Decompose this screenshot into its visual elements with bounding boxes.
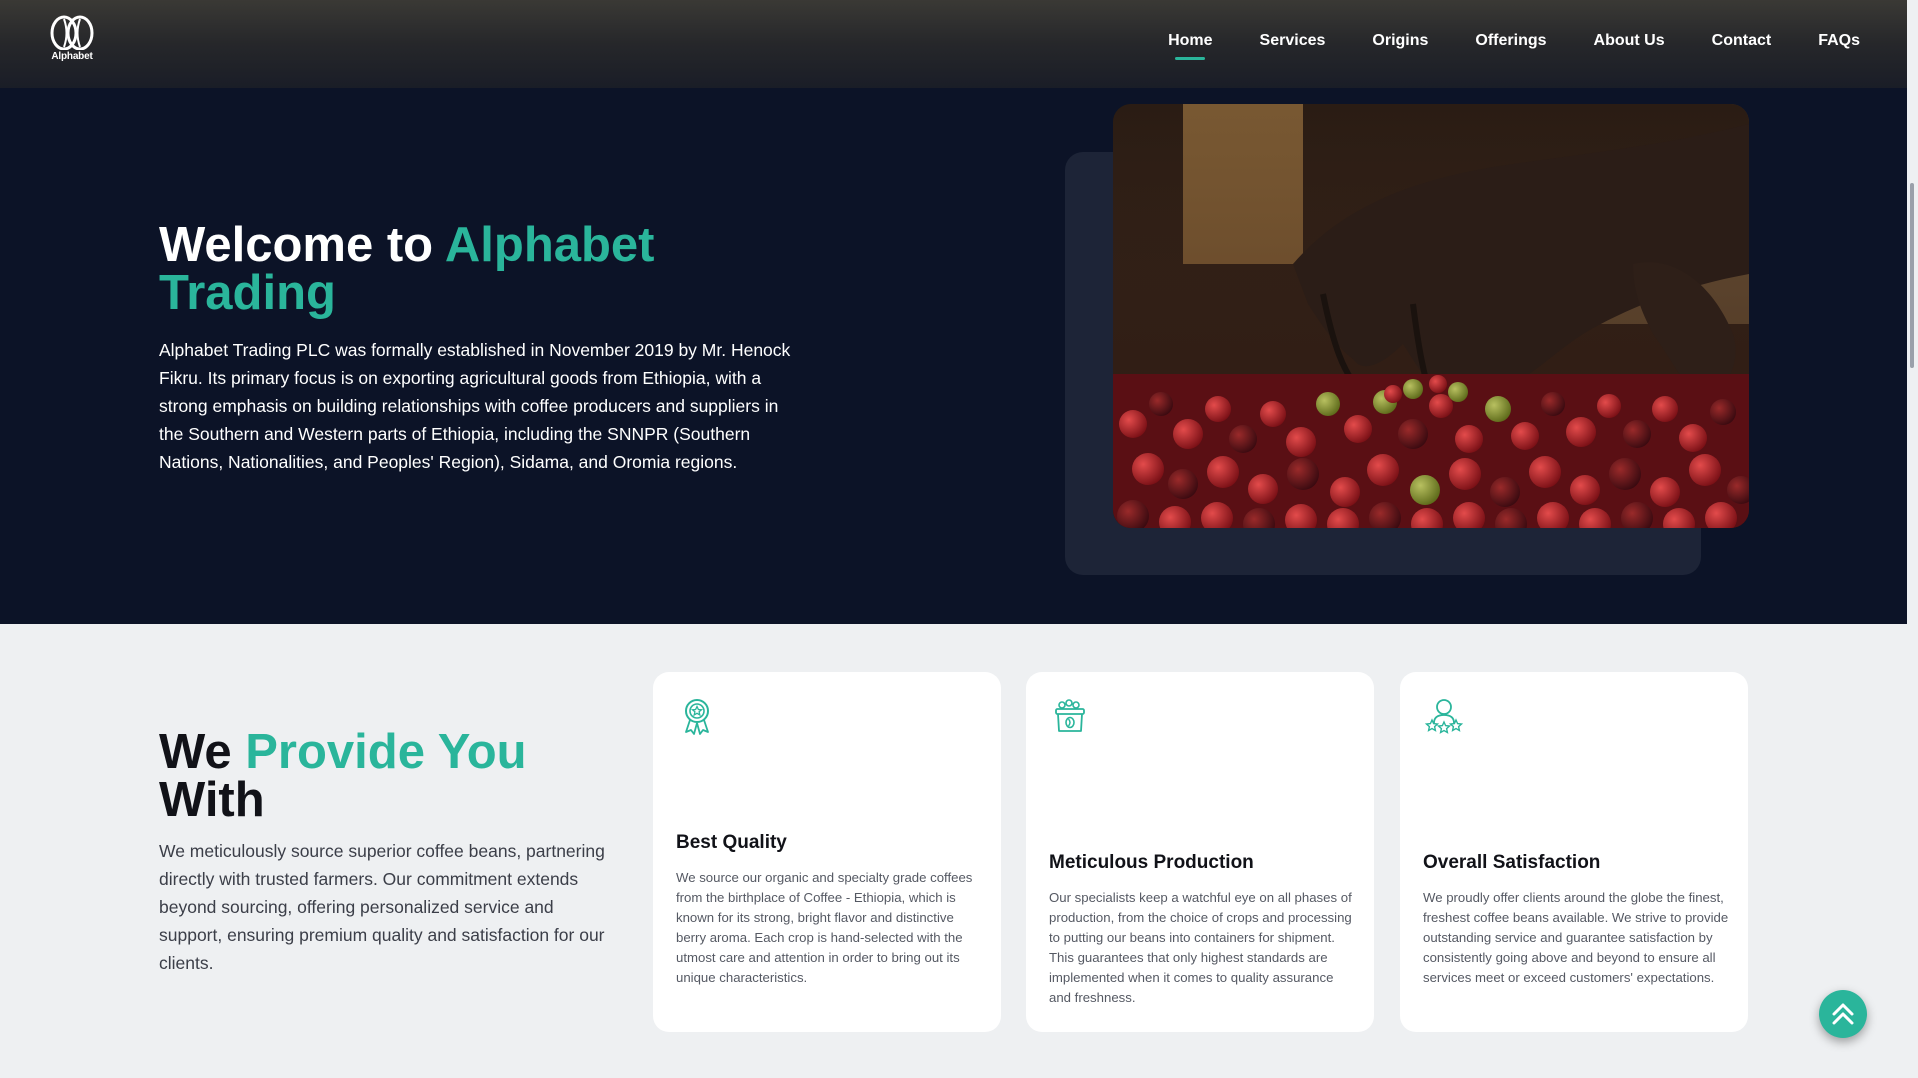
card-text: We proudly offer clients around the glob… [1423,890,1729,985]
provide-title-accent: Provide You [245,725,527,779]
hero-section: Welcome to Alphabet Trading Alphabet Tra… [0,88,1907,624]
nav-faqs[interactable]: FAQs [1818,32,1860,50]
hero-coffee-image [1113,104,1749,528]
nav-home[interactable]: Home [1168,32,1212,50]
feature-card-overall-satisfaction: Overall Satisfaction We proudly offer cl… [1400,672,1748,1032]
provide-description: We meticulously source superior coffee b… [159,841,605,973]
provide-section: We Provide You With We meticulously sour… [0,624,1907,1078]
hero-title: Welcome to Alphabet Trading [159,218,719,318]
hero-description: Alphabet Trading PLC was formally establ… [159,340,791,472]
page-scrollbar[interactable] [1907,0,1918,1078]
feature-card-best-quality: Best Quality We source our organic and s… [653,672,1001,1032]
provide-title-plain-2: With [159,773,265,827]
nav-offerings[interactable]: Offerings [1475,32,1546,50]
double-chevron-up-icon [1832,1003,1854,1025]
card-text: We source our organic and specialty grad… [676,870,973,985]
nav-contact[interactable]: Contact [1712,32,1772,50]
feature-card-meticulous-production: Meticulous Production Our specialists ke… [1026,672,1374,1032]
back-to-top-button[interactable] [1819,990,1867,1038]
scrollbar-thumb[interactable] [1910,183,1914,368]
card-text: Our specialists keep a watchful eye on a… [1049,890,1352,1005]
logo-text: Alphabet [51,51,93,62]
provide-title-plain: We [159,725,246,779]
award-ribbon-icon [677,696,717,736]
card-title: Best Quality [676,832,787,853]
provide-title: We Provide You With [159,725,579,827]
logo[interactable]: Alphabet [46,14,98,74]
coffee-basket-icon [1050,696,1090,736]
nav-about-us[interactable]: About Us [1594,32,1665,50]
card-title: Overall Satisfaction [1423,852,1601,873]
card-title: Meticulous Production [1049,852,1254,873]
hero-title-plain: Welcome to [159,218,445,272]
nav-origins[interactable]: Origins [1372,32,1428,50]
coffee-cherries-picture [1113,104,1749,528]
logo-leaves-icon [50,15,94,50]
nav-services[interactable]: Services [1260,32,1326,50]
main-nav: Home Services Origins Offerings About Us… [1168,32,1860,50]
satisfied-customer-icon [1424,696,1464,736]
site-header: Alphabet Home Services Origins Offerings… [0,0,1907,88]
